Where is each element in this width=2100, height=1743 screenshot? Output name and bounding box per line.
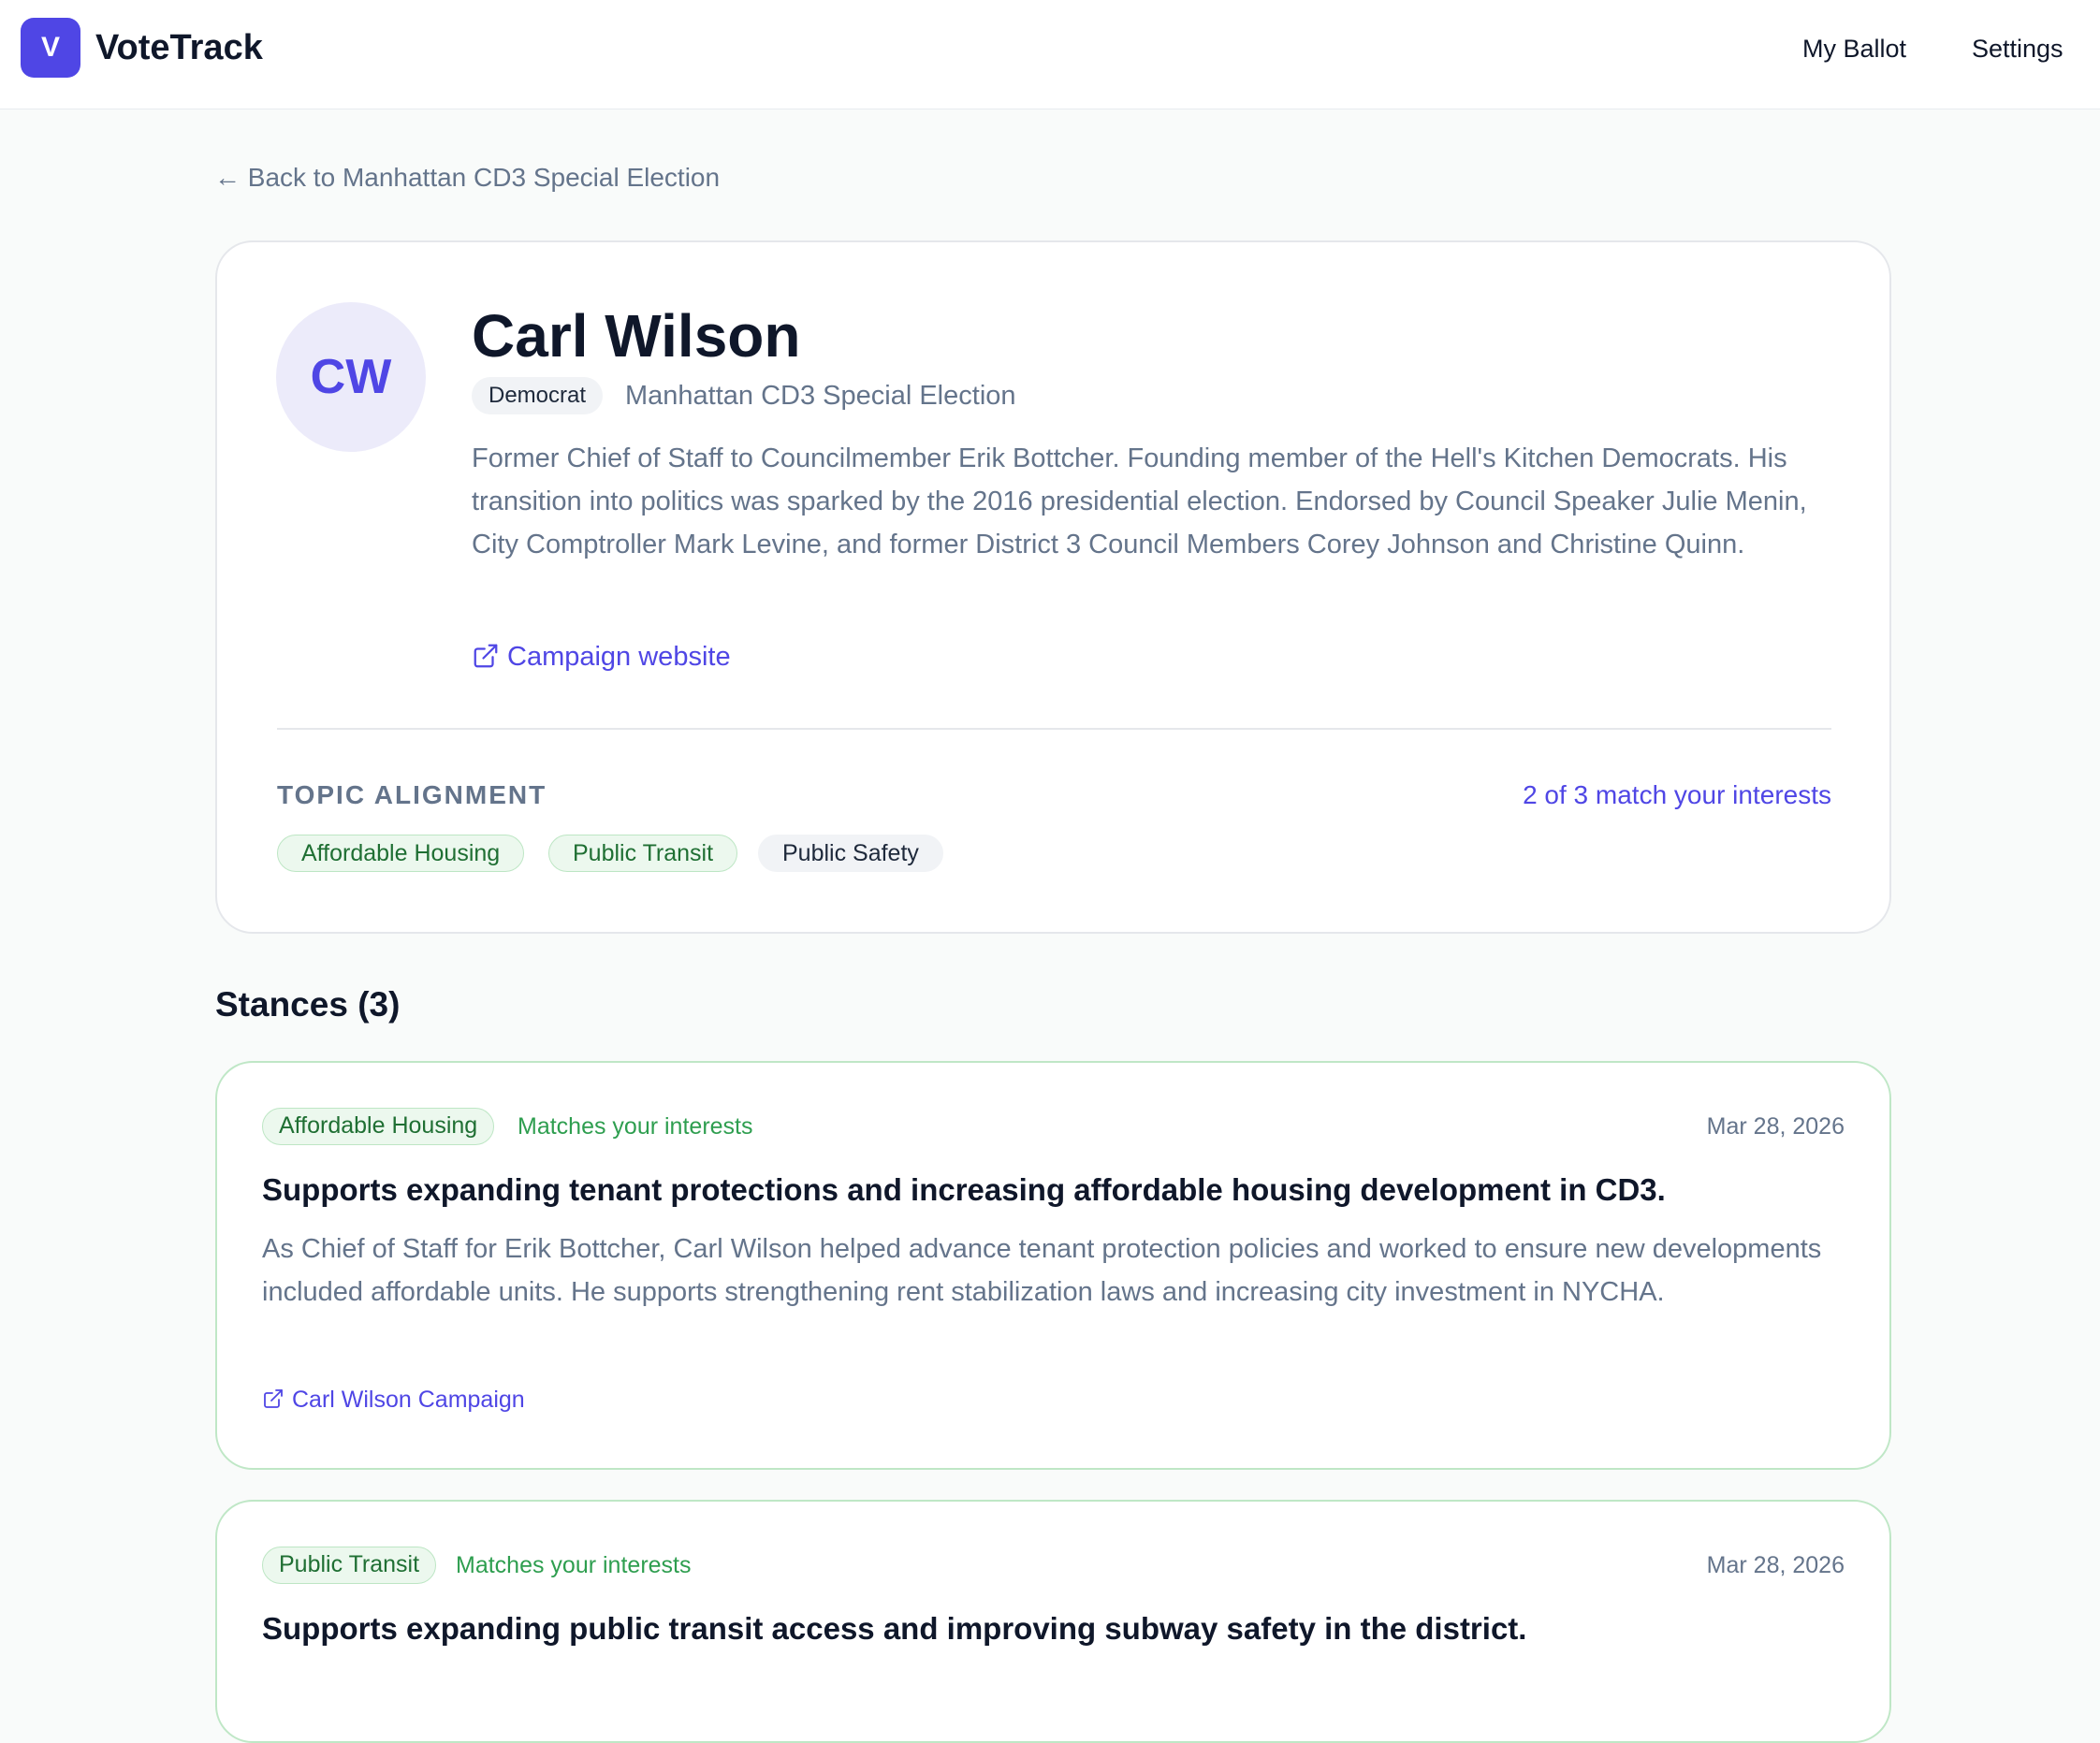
- external-link-icon: [474, 644, 498, 668]
- stance-body: As Chief of Staff for Erik Bottcher, Car…: [262, 1234, 1822, 1307]
- topic-alignment-heading: TOPIC ALIGNMENT: [277, 780, 547, 809]
- match-summary: 2 of 3 match your interests: [1523, 780, 1831, 809]
- candidate-avatar: CW: [276, 302, 426, 452]
- campaign-website-label: Campaign website: [507, 642, 731, 672]
- topic-chip-affordable-housing: Affordable Housing: [277, 835, 525, 872]
- nav-settings[interactable]: Settings: [1972, 31, 2064, 66]
- candidate-bio: Former Chief of Staff to Councilmember E…: [472, 443, 1807, 559]
- profile-divider: [277, 728, 1831, 730]
- top-navigation-bar: V VoteTrack My Ballot Settings: [0, 0, 2100, 109]
- stance-topic-badge: Affordable Housing: [262, 1108, 495, 1145]
- topic-chip-public-transit: Public Transit: [548, 835, 738, 872]
- back-to-election-link[interactable]: ← Back to Manhattan CD3 Special Election: [214, 159, 720, 196]
- candidate-name: Carl Wilson: [472, 302, 801, 370]
- stance-date: Mar 28, 2026: [1706, 1113, 1845, 1140]
- app-title[interactable]: VoteTrack: [95, 26, 263, 69]
- nav-my-ballot[interactable]: My Ballot: [1802, 31, 1906, 66]
- external-link-icon: [264, 1389, 283, 1408]
- stance-source-link[interactable]: Carl Wilson Campaign: [262, 1383, 525, 1416]
- stances-heading: Stances (3): [215, 985, 401, 1024]
- candidate-profile-card: [215, 240, 1891, 934]
- stance-headline: Supports expanding public transit access…: [262, 1611, 1527, 1646]
- campaign-website-link[interactable]: Campaign website: [472, 638, 731, 675]
- stance-headline: Supports expanding tenant protections an…: [262, 1172, 1666, 1207]
- stance-match-note: Matches your interests: [456, 1552, 692, 1578]
- stance-match-note: Matches your interests: [518, 1113, 753, 1140]
- topic-chip-public-safety: Public Safety: [758, 835, 943, 872]
- stance-source-label: Carl Wilson Campaign: [292, 1387, 525, 1413]
- app-logo-icon[interactable]: V: [21, 18, 80, 78]
- election-name: Manhattan CD3 Special Election: [625, 381, 1016, 411]
- stance-topic-badge: Public Transit: [262, 1547, 437, 1584]
- party-badge: Democrat: [472, 377, 604, 414]
- stance-date: Mar 28, 2026: [1706, 1552, 1845, 1578]
